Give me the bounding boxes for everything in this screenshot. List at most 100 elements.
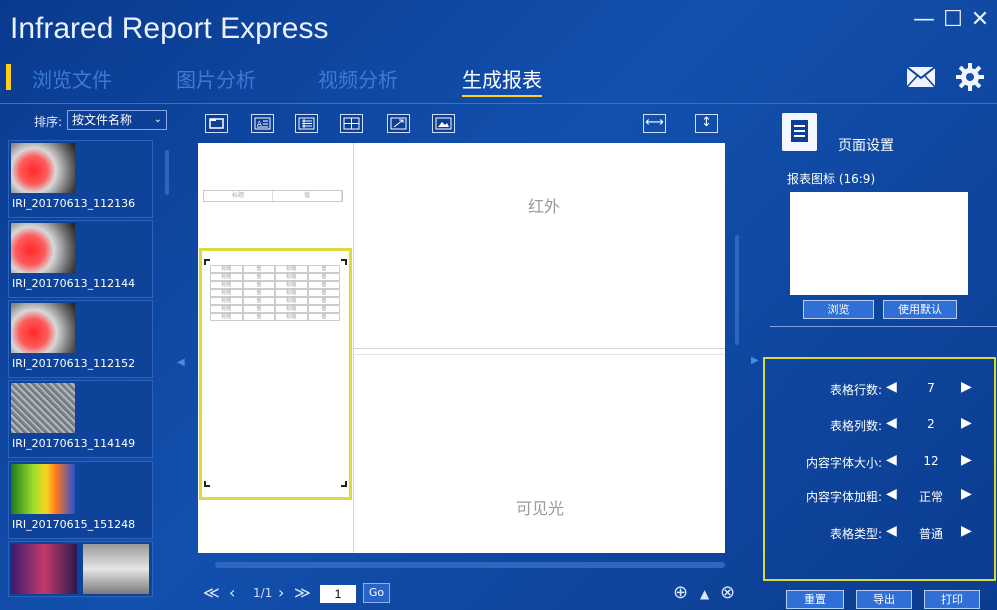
gear-icon[interactable] <box>955 62 985 92</box>
sort-value: 按文件名称 <box>72 113 133 127</box>
file-thumbnail[interactable]: IRI_20170613_112152 <box>8 300 153 378</box>
thermal-image <box>11 143 75 193</box>
go-button[interactable]: Go <box>363 583 390 603</box>
setting-table-rows: 表格行数: ◀ 7 ▶ <box>829 379 972 397</box>
setting-font-size: 内容字体大小: ◀ 12 ▶ <box>805 452 972 470</box>
reset-button[interactable]: 重置 <box>786 590 844 609</box>
tab-generate-report[interactable]: 生成报表 <box>462 64 542 97</box>
file-name: IRI_20170615_151248 <box>12 518 136 531</box>
table-cell: 值 <box>307 305 340 313</box>
header-divider <box>0 103 997 104</box>
last-page-button[interactable]: ≫ <box>294 583 311 602</box>
export-button[interactable]: 导出 <box>856 590 912 609</box>
thermal-image <box>11 544 77 594</box>
table-cell: 标题 <box>275 313 308 321</box>
table-settings-panel: 表格行数: ◀ 7 ▶ 表格列数: ◀ 2 ▶ 内容字体大小: ◀ 12 ▶ 内… <box>763 357 996 581</box>
header-table[interactable]: 标题 值 <box>203 190 343 202</box>
decrease-button[interactable]: ◀ <box>886 379 897 395</box>
tab-browse-files[interactable]: 浏览文件 <box>32 64 112 93</box>
collapse-left-icon[interactable]: ◀ <box>177 357 185 368</box>
page-number-input[interactable] <box>320 585 356 603</box>
setting-value: 正常 <box>918 490 943 504</box>
table-row: 标题值标题值 <box>210 289 340 297</box>
table-cell: 标题 <box>210 297 243 305</box>
increase-button[interactable]: ▶ <box>961 415 972 431</box>
decrease-button[interactable]: ◀ <box>886 486 897 502</box>
table-cell: 标题 <box>275 297 308 305</box>
increase-button[interactable]: ▶ <box>961 379 972 395</box>
open-folder-button[interactable] <box>205 114 228 133</box>
print-button[interactable]: 打印 <box>924 590 980 609</box>
first-page-button[interactable]: ≪ <box>203 583 220 602</box>
table-icon <box>343 117 360 130</box>
fit-width-button[interactable]: ⟷ <box>643 114 666 133</box>
delete-icon[interactable]: ⊗ <box>720 582 735 603</box>
table-cell: 值 <box>242 313 275 321</box>
insert-list-button[interactable] <box>295 114 318 133</box>
zoom-in-icon[interactable]: ⊕ <box>673 582 688 603</box>
setting-font-bold: 内容字体加粗: ◀ 正常 ▶ <box>805 486 972 504</box>
use-default-button[interactable]: 使用默认 <box>883 300 957 319</box>
fit-height-button[interactable]: ↕ <box>695 114 718 133</box>
active-tab-accent <box>6 64 11 90</box>
table-cell: 值 <box>307 265 340 273</box>
table-cell: 标题 <box>275 273 308 281</box>
insert-arrow-button[interactable] <box>387 114 410 133</box>
increase-button[interactable]: ▶ <box>961 486 972 502</box>
sort-label: 排序: <box>34 115 63 129</box>
report-logo-preview <box>790 192 968 295</box>
browse-button[interactable]: 浏览 <box>803 300 874 319</box>
canvas-horizontal-scrollbar[interactable] <box>215 562 725 568</box>
text-icon: A <box>254 117 271 130</box>
page-settings-title: 页面设置 <box>838 138 894 154</box>
close-button[interactable]: ✕ <box>968 8 992 32</box>
file-thumbnail[interactable]: IRI_20170613_112136 <box>8 140 153 218</box>
file-thumbnail[interactable]: IRI_20170613_112144 <box>8 220 153 298</box>
file-thumbnail[interactable]: IRI_20170613_114149 <box>8 380 153 458</box>
tab-video-analysis[interactable]: 视频分析 <box>318 64 398 93</box>
tab-image-analysis[interactable]: 图片分析 <box>176 64 256 93</box>
table-cell: 标题 <box>210 281 243 289</box>
resize-handle[interactable] <box>204 481 210 487</box>
document-icon <box>782 113 817 151</box>
collapse-right-icon[interactable]: ▶ <box>751 355 759 366</box>
prev-page-button[interactable]: ‹ <box>229 583 235 602</box>
file-thumbnail[interactable]: IRI_20170615_151248 <box>8 461 153 539</box>
sort-select[interactable]: 按文件名称 ⌄ <box>67 110 167 130</box>
insert-text-button[interactable]: A <box>251 114 274 133</box>
mail-icon[interactable] <box>906 66 936 88</box>
decrease-button[interactable]: ◀ <box>886 452 897 468</box>
setting-value: 7 <box>927 381 935 395</box>
setting-value: 12 <box>923 454 939 468</box>
decrease-button[interactable]: ◀ <box>886 415 897 431</box>
table-cell: 值 <box>242 297 275 305</box>
table-cell: 值 <box>307 273 340 281</box>
minimize-button[interactable]: — <box>912 8 936 32</box>
resize-handle[interactable] <box>341 481 347 487</box>
fit-width-icon: ⟷ <box>645 115 664 130</box>
file-thumbnail[interactable] <box>8 541 153 597</box>
move-up-icon[interactable]: ▲ <box>700 587 709 601</box>
canvas-vertical-scrollbar[interactable] <box>735 235 739 345</box>
table-cell: 值 <box>242 305 275 313</box>
file-name: IRI_20170613_112144 <box>12 277 136 290</box>
panel-divider <box>770 326 997 327</box>
increase-button[interactable]: ▶ <box>961 523 972 539</box>
setting-table-type: 表格类型: ◀ 普通 ▶ <box>829 523 972 541</box>
file-list-scrollbar[interactable] <box>165 150 169 195</box>
insert-table-button[interactable] <box>340 114 363 133</box>
selected-table-block[interactable]: 标题值标题值标题值标题值标题值标题值标题值标题值标题值标题值标题值标题值标题值标… <box>199 248 352 500</box>
maximize-button[interactable]: ☐ <box>941 8 965 32</box>
table-cell: 标题 <box>275 305 308 313</box>
app-title: Infrared Report Express <box>10 12 329 45</box>
insert-image-button[interactable] <box>432 114 455 133</box>
noise-image <box>11 383 75 433</box>
increase-button[interactable]: ▶ <box>961 452 972 468</box>
list-icon <box>298 117 315 130</box>
fit-height-icon: ↕ <box>701 115 712 130</box>
setting-table-columns: 表格列数: ◀ 2 ▶ <box>829 415 972 433</box>
resize-handle[interactable] <box>341 259 347 265</box>
decrease-button[interactable]: ◀ <box>886 523 897 539</box>
next-page-button[interactable]: › <box>278 583 284 602</box>
canvas-divider <box>354 354 725 355</box>
